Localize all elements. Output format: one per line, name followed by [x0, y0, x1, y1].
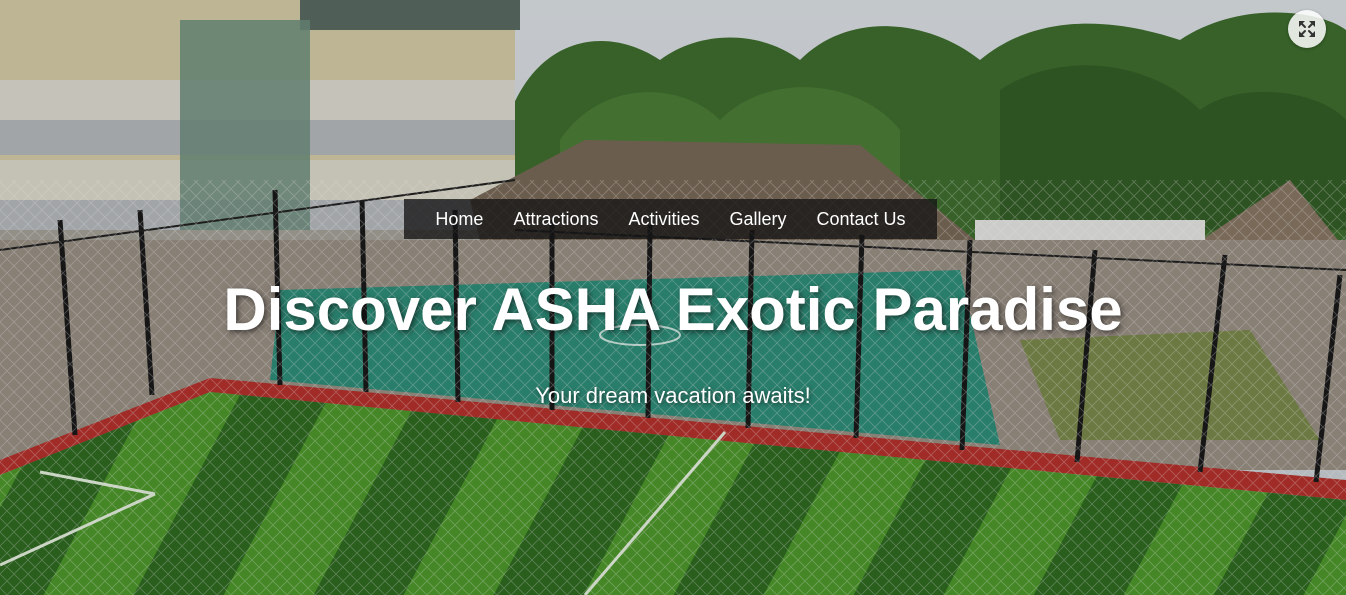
hero-title: Discover ASHA Exotic Paradise [223, 276, 1123, 343]
nav-home-link[interactable]: Home [420, 199, 498, 239]
hero-subtitle: Your dream vacation awaits! [535, 383, 811, 408]
hero-section: Home Attractions Activities Gallery Cont… [0, 0, 1346, 595]
nav-attractions-link[interactable]: Attractions [498, 199, 613, 239]
nav-activities-link[interactable]: Activities [613, 199, 714, 239]
expand-arrows-icon [1299, 21, 1315, 37]
main-navigation: Home Attractions Activities Gallery Cont… [404, 199, 937, 239]
fullscreen-toggle-button[interactable] [1288, 10, 1326, 48]
nav-contact-us-link[interactable]: Contact Us [802, 199, 921, 239]
nav-gallery-link[interactable]: Gallery [715, 199, 802, 239]
